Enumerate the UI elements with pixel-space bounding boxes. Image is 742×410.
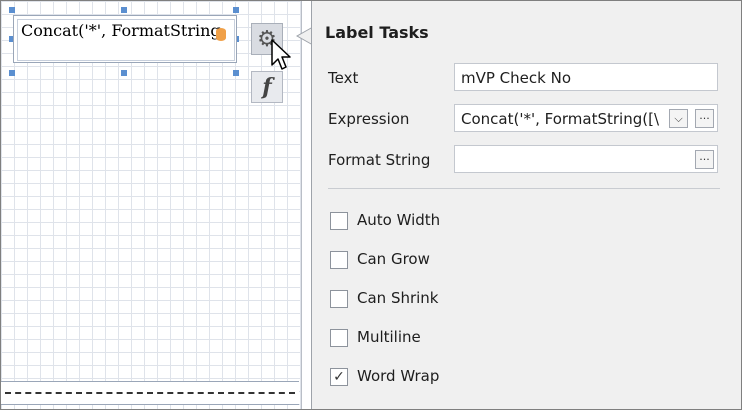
can-grow-checkbox[interactable]	[330, 251, 348, 269]
label-control-text: Concat('*', FormatString	[21, 21, 221, 40]
ellipsis-icon: ···	[699, 153, 710, 166]
chevron-down-icon: ⌵	[674, 112, 683, 125]
text-property-input[interactable]: mVP Check No	[454, 63, 718, 91]
panel-separator	[328, 188, 720, 189]
format-string-property-label: Format String	[328, 151, 431, 169]
expression-ellipsis-button[interactable]: ···	[695, 109, 714, 128]
word-wrap-checkbox[interactable]: ✓	[330, 368, 348, 386]
text-property-label: Text	[328, 69, 359, 87]
format-string-property-input[interactable]	[454, 145, 718, 173]
panel-header: Label Tasks	[312, 1, 741, 61]
ellipsis-icon: ···	[699, 112, 710, 125]
can-grow-label: Can Grow	[357, 250, 430, 268]
resize-handle-bottom-mid[interactable]	[121, 70, 127, 76]
resize-handle-bottom-right[interactable]	[233, 70, 239, 76]
expression-value: Concat('*', FormatString([\	[461, 110, 659, 128]
database-icon	[216, 28, 226, 41]
design-surface[interactable]: Concat('*', FormatString ⚙ f	[1, 1, 301, 409]
expression-dropdown-button[interactable]: ⌵	[669, 109, 688, 128]
report-band[interactable]	[1, 381, 299, 405]
function-icon: f	[262, 74, 272, 100]
report-designer: Concat('*', FormatString ⚙ f Label Tasks…	[0, 0, 742, 410]
mouse-pointer-icon	[271, 39, 291, 70]
can-shrink-checkbox[interactable]	[330, 290, 348, 308]
resize-handle-top-left[interactable]	[9, 7, 15, 13]
surface-divider	[301, 1, 302, 409]
panel-title: Label Tasks	[325, 23, 429, 42]
resize-handle-top-right[interactable]	[233, 7, 239, 13]
label-control[interactable]: Concat('*', FormatString	[13, 15, 237, 63]
multiline-checkbox[interactable]	[330, 329, 348, 347]
can-shrink-label: Can Shrink	[357, 289, 439, 307]
resize-handle-bottom-left[interactable]	[9, 70, 15, 76]
resize-handle-top-mid[interactable]	[121, 7, 127, 13]
word-wrap-label: Word Wrap	[357, 367, 440, 385]
band-divider	[5, 392, 295, 394]
label-tasks-panel: Label Tasks Text mVP Check No Expression…	[311, 1, 741, 409]
multiline-label: Multiline	[357, 328, 421, 346]
expression-property-label: Expression	[328, 110, 410, 128]
auto-width-label: Auto Width	[357, 211, 441, 229]
expression-button[interactable]: f	[251, 71, 283, 103]
panel-pointer-fill	[298, 28, 312, 44]
format-string-ellipsis-button[interactable]: ···	[695, 150, 714, 169]
auto-width-checkbox[interactable]	[330, 212, 348, 230]
